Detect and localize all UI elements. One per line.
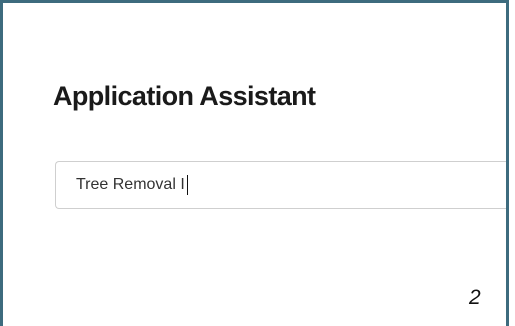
step-number-annotation: 2 bbox=[469, 286, 481, 309]
page-title: Application Assistant bbox=[53, 81, 316, 111]
search-input-value: Tree Removal I bbox=[76, 176, 185, 193]
search-input[interactable]: Tree Removal I bbox=[55, 161, 506, 209]
text-cursor bbox=[186, 175, 188, 195]
screenshot-frame: Application Assistant Tree Removal I 2 bbox=[0, 0, 509, 326]
